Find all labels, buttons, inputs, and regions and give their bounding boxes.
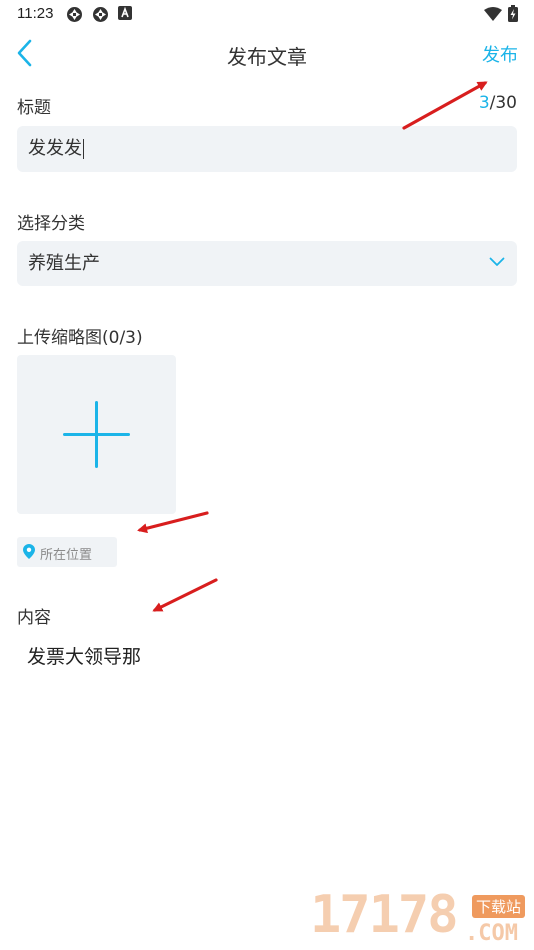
- publish-button[interactable]: 发布: [482, 41, 518, 67]
- page-title: 发布文章: [227, 45, 307, 69]
- location-placeholder: 所在位置: [40, 548, 93, 563]
- plus-icon-vertical: [95, 401, 98, 468]
- title-input[interactable]: 发发发: [17, 126, 517, 172]
- content-textarea[interactable]: 发票大领导那: [27, 642, 141, 669]
- watermark-logo: 17178 下载站 .COM: [310, 885, 534, 950]
- text-caret: [83, 139, 84, 159]
- status-time: 11:23: [17, 5, 54, 22]
- aperture-icon: [93, 7, 108, 22]
- thumbnail-upload-button[interactable]: [17, 355, 176, 514]
- nav-bar: 发布文章 发布: [0, 28, 534, 78]
- title-count-max: /30: [489, 93, 517, 113]
- a-badge-icon: [118, 6, 132, 20]
- arrow-to-publish: [402, 81, 488, 130]
- title-input-value: 发发发: [28, 138, 82, 159]
- arrow-to-location: [137, 511, 209, 534]
- location-button[interactable]: 所在位置: [17, 537, 117, 567]
- watermark-domain: .COM: [465, 921, 518, 946]
- location-pin-icon: [23, 544, 35, 559]
- content-label: 内容: [17, 608, 51, 628]
- title-char-counter: 3/30: [479, 93, 517, 113]
- watermark-number: 17178: [310, 885, 459, 945]
- thumbnail-label: 上传缩略图(0/3): [17, 328, 143, 348]
- title-count-current: 3: [478, 93, 490, 113]
- category-select-value: 养殖生产: [28, 253, 100, 274]
- battery-charging-icon: [508, 5, 518, 22]
- aperture-icon: [67, 7, 82, 22]
- category-label: 选择分类: [17, 214, 85, 234]
- arrow-to-content: [152, 578, 218, 612]
- wifi-icon: [484, 7, 502, 21]
- status-bar: 11:23: [0, 0, 534, 28]
- category-select[interactable]: 养殖生产: [17, 241, 517, 286]
- watermark-tag: 下载站: [472, 895, 526, 918]
- chevron-down-icon: [489, 257, 505, 266]
- title-label: 标题: [17, 98, 51, 118]
